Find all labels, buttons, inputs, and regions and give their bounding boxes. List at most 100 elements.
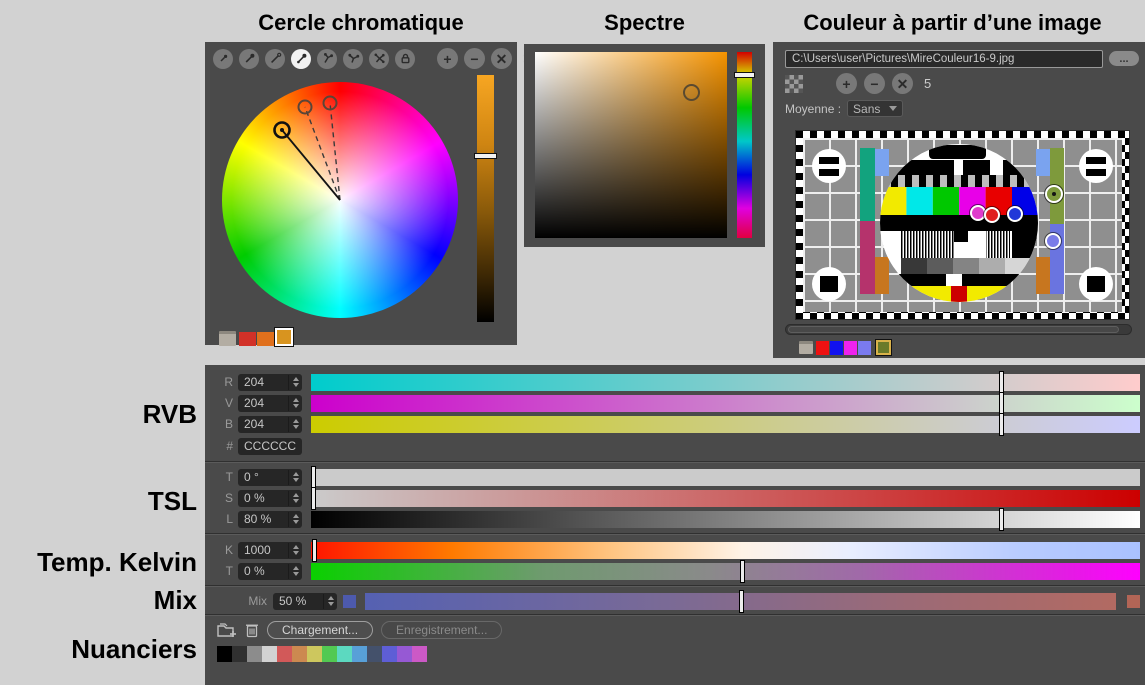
image-swatch-selected[interactable] — [876, 340, 891, 355]
hue-handle[interactable] — [734, 72, 755, 78]
brightness-handle[interactable] — [474, 153, 497, 159]
image-swatch[interactable] — [844, 341, 857, 355]
kelvin-slider[interactable] — [311, 542, 1140, 559]
green-spinner[interactable] — [288, 396, 302, 411]
blue-value-field[interactable]: 204 — [238, 416, 302, 433]
swatch[interactable] — [277, 646, 292, 662]
swatch[interactable] — [412, 646, 427, 662]
blue-slider-handle[interactable] — [999, 413, 1004, 436]
kelvin-handle[interactable] — [312, 539, 317, 562]
swatch[interactable] — [397, 646, 412, 662]
spin-up-icon[interactable] — [293, 377, 299, 381]
tint-handle[interactable] — [740, 560, 745, 583]
saturation-slider[interactable] — [311, 490, 1140, 507]
wheel-swatch[interactable] — [239, 332, 256, 346]
kelvin-value-field[interactable]: 1000 — [238, 542, 302, 559]
hue-value-field[interactable]: 0 ° — [238, 469, 302, 486]
spin-up-icon[interactable] — [293, 419, 299, 423]
mix-slider[interactable] — [365, 593, 1116, 610]
green-slider[interactable] — [311, 395, 1140, 412]
image-swatch[interactable] — [816, 341, 829, 355]
spin-down-icon[interactable] — [293, 383, 299, 387]
mix-value-field[interactable]: 50 % — [273, 593, 337, 610]
mix-left-swatch[interactable] — [343, 595, 356, 608]
color-wheel[interactable] — [222, 82, 458, 318]
hue-row-slider[interactable] — [311, 469, 1140, 486]
spin-up-icon[interactable] — [293, 566, 299, 570]
save-swatches-button[interactable]: Enregistrement... — [381, 621, 502, 639]
spin-up-icon[interactable] — [293, 472, 299, 476]
red-slider-handle[interactable] — [999, 371, 1004, 394]
hex-field[interactable]: CCCCCC — [238, 438, 302, 455]
blue-slider[interactable] — [311, 416, 1140, 433]
image-swatch[interactable] — [830, 341, 843, 355]
spin-up-icon[interactable] — [293, 493, 299, 497]
swatch[interactable] — [232, 646, 247, 662]
harmony-selected-button[interactable] — [291, 49, 311, 69]
swatch[interactable] — [262, 646, 277, 662]
load-swatches-button[interactable]: Chargement... — [267, 621, 373, 639]
swatch[interactable] — [337, 646, 352, 662]
mix-right-swatch[interactable] — [1127, 595, 1140, 608]
swatch[interactable] — [292, 646, 307, 662]
spin-down-icon[interactable] — [293, 425, 299, 429]
mix-handle[interactable] — [739, 590, 744, 613]
sample-marker-blue[interactable] — [1007, 206, 1023, 222]
spin-up-icon[interactable] — [293, 514, 299, 518]
spin-down-icon[interactable] — [293, 520, 299, 524]
swatch[interactable] — [247, 646, 262, 662]
harmony-triad-button[interactable] — [343, 49, 363, 69]
spin-down-icon[interactable] — [293, 572, 299, 576]
tint-value-field[interactable]: 0 % — [238, 563, 302, 580]
spin-down-icon[interactable] — [293, 404, 299, 408]
sample-marker-green-selected[interactable] — [1045, 185, 1063, 203]
swatch[interactable] — [352, 646, 367, 662]
lightness-value-field[interactable]: 80 % — [238, 511, 302, 528]
saturation-handle[interactable] — [311, 487, 316, 510]
add-swatch-folder-icon[interactable] — [217, 622, 237, 638]
harmony-mono-button[interactable] — [239, 49, 259, 69]
spin-down-icon[interactable] — [328, 602, 334, 606]
image-scrollbar[interactable] — [785, 324, 1132, 335]
remove-color-button[interactable]: − — [464, 48, 485, 69]
red-value-field[interactable]: 204 — [238, 374, 302, 391]
clipboard-icon[interactable] — [799, 341, 813, 354]
add-color-button[interactable]: + — [437, 48, 458, 69]
add-sample-button[interactable]: + — [836, 73, 857, 94]
green-slider-handle[interactable] — [999, 392, 1004, 415]
blue-spinner[interactable] — [288, 417, 302, 432]
spin-down-icon[interactable] — [293, 551, 299, 555]
swatch[interactable] — [382, 646, 397, 662]
spectrum-marker[interactable] — [683, 84, 700, 101]
swatch[interactable] — [367, 646, 382, 662]
tint-slider[interactable] — [311, 563, 1140, 580]
browse-button[interactable]: ... — [1109, 51, 1139, 66]
lightness-slider[interactable] — [311, 511, 1140, 528]
green-value-field[interactable]: 204 — [238, 395, 302, 412]
average-dropdown[interactable]: Sans — [847, 100, 903, 117]
red-spinner[interactable] — [288, 375, 302, 390]
lightness-handle[interactable] — [999, 508, 1004, 531]
clipboard-icon[interactable] — [219, 331, 236, 346]
sample-marker-red[interactable] — [984, 207, 1000, 223]
red-slider[interactable] — [311, 374, 1140, 391]
kelvin-spinner[interactable] — [288, 543, 302, 558]
swatch[interactable] — [217, 646, 232, 662]
hue-row-handle[interactable] — [311, 466, 316, 489]
spectrum-square[interactable] — [535, 52, 727, 238]
harmony-mono-small-button[interactable] — [213, 49, 233, 69]
harmony-tetrad-button[interactable] — [369, 49, 389, 69]
lock-button[interactable] — [395, 49, 415, 69]
clear-colors-button[interactable]: ✕ — [491, 48, 512, 69]
wheel-brightness-slider[interactable] — [477, 75, 494, 322]
swatch[interactable] — [322, 646, 337, 662]
hue-spinner[interactable] — [288, 470, 302, 485]
harmony-line-button[interactable] — [265, 49, 285, 69]
lightness-spinner[interactable] — [288, 512, 302, 527]
image-swatch[interactable] — [858, 341, 871, 355]
trash-icon[interactable] — [245, 622, 259, 638]
spin-up-icon[interactable] — [293, 545, 299, 549]
swatch[interactable] — [307, 646, 322, 662]
test-card-image[interactable] — [795, 130, 1130, 320]
remove-sample-button[interactable]: − — [864, 73, 885, 94]
